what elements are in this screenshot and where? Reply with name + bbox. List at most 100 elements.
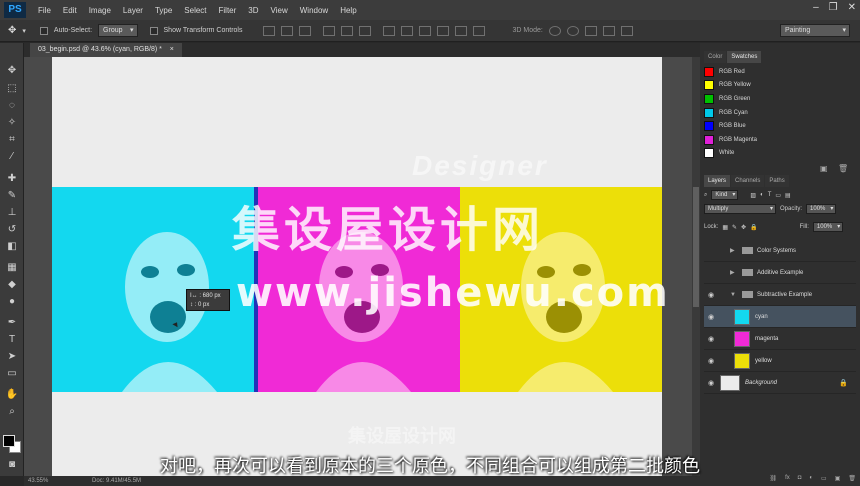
align-top-icon[interactable] xyxy=(262,25,275,36)
align-middle-icon[interactable] xyxy=(280,25,293,36)
distribute-right-icon[interactable] xyxy=(472,25,485,36)
tab-layers[interactable]: Layers xyxy=(704,175,731,187)
scrollbar-thumb[interactable] xyxy=(693,187,699,307)
filter-smart-icon[interactable]: ▤ xyxy=(785,192,791,199)
close-tab-icon[interactable]: × xyxy=(170,46,174,53)
move-tool-icon[interactable]: ✥ xyxy=(8,25,16,36)
align-left-icon[interactable] xyxy=(322,25,335,36)
lock-all-icon[interactable]: 🔒 xyxy=(750,224,757,231)
fill-input[interactable]: 100% xyxy=(812,222,844,232)
new-swatch-icon[interactable]: ▣ xyxy=(820,164,828,173)
3d-roll-icon[interactable] xyxy=(566,25,579,36)
document-tab[interactable]: 03_begin.psd @ 43.6% (cyan, RGB/8) * × xyxy=(30,43,182,57)
eraser-tool-icon[interactable]: ◧ xyxy=(5,241,19,253)
menu-layer[interactable]: Layer xyxy=(117,6,149,15)
eye-icon[interactable]: ◉ xyxy=(704,335,718,343)
swatch-item[interactable]: RGB Red xyxy=(704,65,856,79)
layer-row-magenta[interactable]: ◉ magenta xyxy=(704,328,856,350)
expand-arrow-icon[interactable]: ▶ xyxy=(730,247,738,254)
gradient-tool-icon[interactable]: ▦ xyxy=(5,262,19,274)
layer-row-yellow[interactable]: ◉ yellow xyxy=(704,350,856,372)
lock-position-icon[interactable]: ✥ xyxy=(741,224,746,231)
lock-transparent-icon[interactable]: ▦ xyxy=(722,224,728,231)
quick-select-tool-icon[interactable]: ✧ xyxy=(5,117,19,129)
minimize-icon[interactable]: – xyxy=(813,2,819,13)
swatch-item[interactable]: White xyxy=(704,147,856,161)
menu-edit[interactable]: Edit xyxy=(57,6,83,15)
layer-group-row[interactable]: ◉ ▼ Subtractive Example xyxy=(704,284,856,306)
marquee-tool-icon[interactable]: ⬚ xyxy=(5,83,19,95)
canvas-area[interactable]: I↔ : 680 px ↕ : 0 px xyxy=(24,57,700,476)
menu-file[interactable]: File xyxy=(32,6,57,15)
workspace-dropdown[interactable]: Painting xyxy=(780,24,850,37)
auto-select-dropdown[interactable]: Group xyxy=(98,24,138,37)
foreground-color-swatch[interactable] xyxy=(3,435,15,447)
shape-tool-icon[interactable]: ▭ xyxy=(5,368,19,380)
chevron-down-icon[interactable]: ▾ xyxy=(22,27,26,35)
3d-drag-icon[interactable] xyxy=(584,25,597,36)
filter-adjust-icon[interactable]: ◐ xyxy=(760,192,764,198)
3d-slide-icon[interactable] xyxy=(602,25,615,36)
blend-mode-dropdown[interactable]: Multiply xyxy=(704,204,776,214)
dodge-tool-icon[interactable]: ● xyxy=(5,296,19,308)
layer-group-row[interactable]: ▶ Color Systems xyxy=(704,240,856,262)
menu-image[interactable]: Image xyxy=(83,6,117,15)
eye-icon[interactable]: ◉ xyxy=(704,291,718,299)
type-tool-icon[interactable]: T xyxy=(5,334,19,346)
opacity-input[interactable]: 100% xyxy=(806,204,837,214)
3d-rotate-icon[interactable] xyxy=(548,25,561,36)
swatch-item[interactable]: RGB Blue xyxy=(704,119,856,133)
collapse-arrow-icon[interactable]: ▼ xyxy=(730,292,738,298)
swatch-item[interactable]: RGB Cyan xyxy=(704,106,856,120)
path-selection-tool-icon[interactable]: ➤ xyxy=(5,351,19,363)
expand-arrow-icon[interactable]: ▶ xyxy=(730,269,738,276)
filter-shape-icon[interactable]: ▭ xyxy=(775,192,781,199)
eyedropper-tool-icon[interactable]: ⁄ xyxy=(5,151,19,163)
zoom-level[interactable]: 43.55% xyxy=(28,478,48,484)
restore-icon[interactable]: ❐ xyxy=(829,2,838,13)
healing-brush-tool-icon[interactable]: ✚ xyxy=(5,173,19,185)
lock-pixels-icon[interactable]: ✎ xyxy=(732,224,737,231)
swatch-item[interactable]: RGB Yellow xyxy=(704,79,856,93)
distribute-center-icon[interactable] xyxy=(454,25,467,36)
trash-icon[interactable]: 🗑 xyxy=(838,164,848,173)
pen-tool-icon[interactable]: ✒ xyxy=(5,317,19,329)
eye-icon[interactable]: ◉ xyxy=(704,357,718,365)
distribute-left-icon[interactable] xyxy=(436,25,449,36)
swatch-item[interactable]: RGB Magenta xyxy=(704,133,856,147)
layer-group-row[interactable]: ▶ Additive Example xyxy=(704,262,856,284)
swatch-item[interactable]: RGB Green xyxy=(704,92,856,106)
zoom-tool-icon[interactable]: ⌕ xyxy=(5,406,19,418)
clone-stamp-tool-icon[interactable]: ⊥ xyxy=(5,207,19,219)
tab-color[interactable]: Color xyxy=(704,51,727,63)
distribute-middle-icon[interactable] xyxy=(400,25,413,36)
document-canvas[interactable]: I↔ : 680 px ↕ : 0 px xyxy=(52,57,662,476)
canvas-vertical-scrollbar[interactable] xyxy=(692,57,700,476)
show-transform-checkbox[interactable] xyxy=(149,26,158,35)
layer-row-background[interactable]: ◉ Background 🔒 xyxy=(704,372,856,394)
menu-filter[interactable]: Filter xyxy=(213,6,243,15)
crop-tool-icon[interactable]: ⌗ xyxy=(5,134,19,146)
eye-icon[interactable]: ◉ xyxy=(704,379,718,387)
distribute-bottom-icon[interactable] xyxy=(418,25,431,36)
tab-swatches[interactable]: Swatches xyxy=(727,51,762,63)
menu-help[interactable]: Help xyxy=(334,6,362,15)
tab-paths[interactable]: Paths xyxy=(765,175,789,187)
eye-icon[interactable]: ◉ xyxy=(704,313,718,321)
distribute-top-icon[interactable] xyxy=(382,25,395,36)
menu-3d[interactable]: 3D xyxy=(242,6,264,15)
align-right-icon[interactable] xyxy=(358,25,371,36)
lasso-tool-icon[interactable]: ◌ xyxy=(5,100,19,112)
brush-tool-icon[interactable]: ✎ xyxy=(5,190,19,202)
kind-filter-dropdown[interactable]: Kind xyxy=(711,190,739,200)
filter-type-icon[interactable]: T xyxy=(768,192,772,198)
align-bottom-icon[interactable] xyxy=(298,25,311,36)
layer-row-cyan[interactable]: ◉ cyan xyxy=(704,306,856,328)
auto-select-checkbox[interactable] xyxy=(39,26,48,35)
close-icon[interactable]: ✕ xyxy=(848,2,856,13)
align-center-icon[interactable] xyxy=(340,25,353,36)
move-tool-icon[interactable]: ✥ xyxy=(5,65,19,77)
3d-scale-icon[interactable] xyxy=(620,25,633,36)
tab-channels[interactable]: Channels xyxy=(731,175,765,187)
menu-view[interactable]: View xyxy=(265,6,294,15)
